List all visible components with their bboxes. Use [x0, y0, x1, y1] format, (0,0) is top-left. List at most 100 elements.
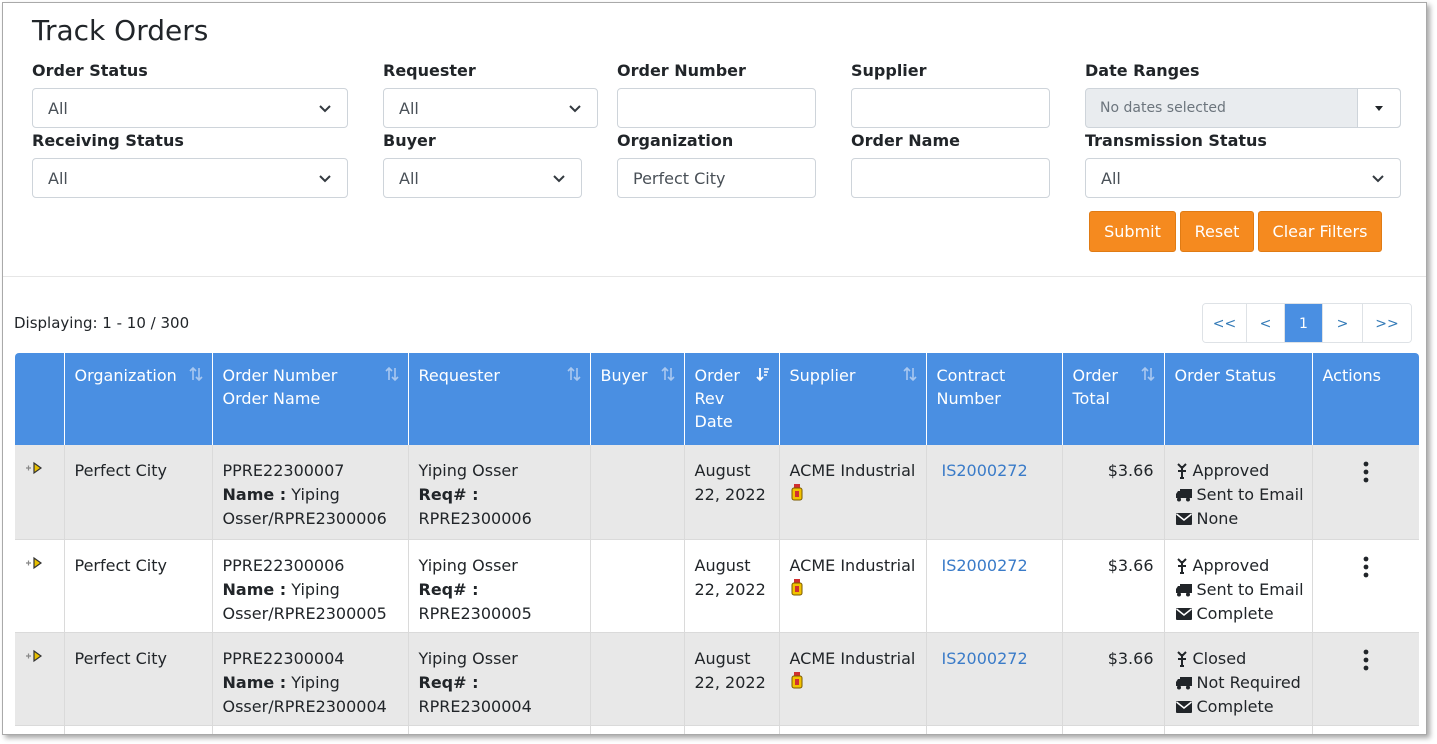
- kebab-menu-icon[interactable]: [1363, 556, 1369, 578]
- approval-icon: [1176, 463, 1187, 479]
- kebab-menu-icon[interactable]: [1363, 649, 1369, 671]
- cell-total: [1062, 725, 1165, 734]
- order-name-input[interactable]: [851, 158, 1050, 198]
- cell-status: Approved Sent to Email Complete: [1164, 539, 1313, 633]
- header-buyer[interactable]: Buyer: [590, 353, 685, 445]
- expand-row-icon[interactable]: [25, 555, 45, 571]
- clear-filters-button[interactable]: Clear Filters: [1258, 211, 1382, 252]
- req-label: Req# :: [418, 579, 479, 599]
- expand-cell[interactable]: [15, 445, 65, 540]
- contract-link[interactable]: IS2000272: [937, 649, 1028, 668]
- cell-actions: [1312, 632, 1419, 726]
- cell-buyer: [590, 445, 685, 540]
- submit-button[interactable]: Submit: [1089, 211, 1176, 252]
- requester-name: Yiping Osser: [418, 555, 518, 575]
- req-number: RPRE2300005: [418, 603, 532, 623]
- cell-supplier: ACME Industrial: [779, 539, 927, 633]
- header-organization[interactable]: Organization: [64, 353, 213, 445]
- header-supplier[interactable]: Supplier: [779, 353, 927, 445]
- order-status-select[interactable]: All: [32, 88, 348, 128]
- order-name-label: Order Name: [851, 131, 960, 150]
- table-row: Perfect City PPRE22300006 Name : Yiping …: [15, 539, 1419, 633]
- page-first-button[interactable]: <<: [1203, 304, 1247, 342]
- receiving-status-select[interactable]: All: [32, 158, 348, 198]
- envelope-icon: [1175, 700, 1192, 713]
- transmission-status: Not Required: [1175, 671, 1302, 695]
- header-status-label: Order Status: [1174, 366, 1277, 385]
- cell-organization: [64, 725, 213, 734]
- reset-button[interactable]: Reset: [1180, 211, 1254, 252]
- contract-link[interactable]: IS2000272: [937, 556, 1028, 575]
- expand-cell[interactable]: [15, 539, 65, 633]
- cell-rev-date: August 22, 2022: [684, 539, 780, 633]
- transmission-status-select[interactable]: All: [1085, 158, 1401, 198]
- cell-total: $3.66: [1062, 632, 1165, 726]
- contract-item-icon: [791, 484, 802, 501]
- header-rev-date-line2: Rev: [694, 389, 725, 408]
- header-contract-line1: Contract: [936, 366, 1006, 385]
- supplier-name: ACME Industrial: [789, 648, 916, 668]
- cell-actions: [1312, 445, 1419, 540]
- expand-row-icon[interactable]: [25, 648, 45, 664]
- cell-status: [1164, 725, 1313, 734]
- order-name-text: Yiping: [291, 485, 340, 504]
- rev-date-line1: August: [694, 461, 751, 480]
- receipt-status-text: Complete: [1196, 603, 1274, 623]
- cell-supplier: ACME Industrial: [779, 445, 927, 540]
- order-name-text-cont: Osser/RPRE2300004: [222, 696, 387, 716]
- sort-desc-icon: [755, 368, 769, 382]
- cell-contract: IS2000272: [926, 539, 1063, 633]
- pagination: << < 1 > >>: [1202, 303, 1412, 343]
- order-name-line: Name : Yiping: [223, 578, 398, 602]
- header-order-number-label: Order Number: [222, 366, 338, 385]
- approval-status: Closed: [1175, 647, 1302, 671]
- header-order-rev-date[interactable]: Order Rev Date: [684, 353, 780, 445]
- kebab-menu-icon[interactable]: [1363, 461, 1369, 483]
- cell-requester: Yiping Osser Req# : RPRE2300006: [408, 445, 591, 540]
- truck-icon: [1175, 583, 1192, 596]
- order-name-line: Name : Yiping: [223, 671, 398, 695]
- order-name-text-cont: Osser/RPRE2300005: [222, 603, 387, 623]
- buyer-select[interactable]: All: [383, 158, 582, 198]
- date-ranges-dropdown-button[interactable]: [1357, 89, 1400, 127]
- supplier-name: ACME Industrial: [789, 461, 916, 480]
- cell-supplier: ACME Industrial: [779, 632, 927, 726]
- envelope-icon: [1175, 607, 1192, 620]
- page-last-button[interactable]: >>: [1363, 304, 1411, 342]
- date-ranges-label: Date Ranges: [1085, 61, 1200, 80]
- page-current-button[interactable]: 1: [1285, 304, 1323, 342]
- cell-order-number: PPRE22300004 Name : Yiping Osser/RPRE230…: [212, 632, 409, 726]
- receiving-status-value: All: [48, 168, 68, 188]
- sort-icon: [902, 366, 917, 382]
- organization-label: Organization: [617, 131, 734, 150]
- organization-input[interactable]: Perfect City: [617, 158, 816, 198]
- cell-rev-date: August 22, 2022: [684, 632, 780, 726]
- order-status-label: Order Status: [32, 61, 148, 80]
- transmission-status: Sent to Email: [1175, 578, 1304, 602]
- cell-rev-date: [684, 725, 780, 734]
- header-order-total[interactable]: Order Total: [1062, 353, 1165, 445]
- page-prev-button[interactable]: <: [1247, 304, 1285, 342]
- order-number-input[interactable]: [617, 88, 816, 128]
- receiving-status-label: Receiving Status: [32, 131, 184, 150]
- order-name-text: Yiping: [291, 579, 340, 599]
- supplier-input[interactable]: [851, 88, 1050, 128]
- requester-select[interactable]: All: [383, 88, 598, 128]
- expand-cell[interactable]: [15, 632, 65, 726]
- date-ranges-picker[interactable]: No dates selected: [1085, 88, 1401, 128]
- header-order-status: Order Status: [1164, 353, 1313, 445]
- header-buyer-label: Buyer: [600, 366, 648, 385]
- rev-date-line2: 22, 2022: [694, 485, 766, 504]
- header-order-number[interactable]: Order Number Order Name: [212, 353, 409, 445]
- header-supplier-label: Supplier: [789, 366, 856, 385]
- contract-link[interactable]: IS2000272: [937, 461, 1028, 480]
- order-number-label: Order Number: [617, 61, 746, 80]
- requester-value: All: [399, 98, 419, 118]
- approval-status-text: Approved: [1192, 555, 1270, 575]
- expand-cell[interactable]: [15, 725, 65, 734]
- page-next-button[interactable]: >: [1323, 304, 1363, 342]
- rev-date-line2: 22, 2022: [694, 579, 766, 599]
- header-requester[interactable]: Requester: [408, 353, 591, 445]
- expand-row-icon[interactable]: [25, 460, 45, 476]
- requester-name: Yiping Osser: [418, 461, 518, 480]
